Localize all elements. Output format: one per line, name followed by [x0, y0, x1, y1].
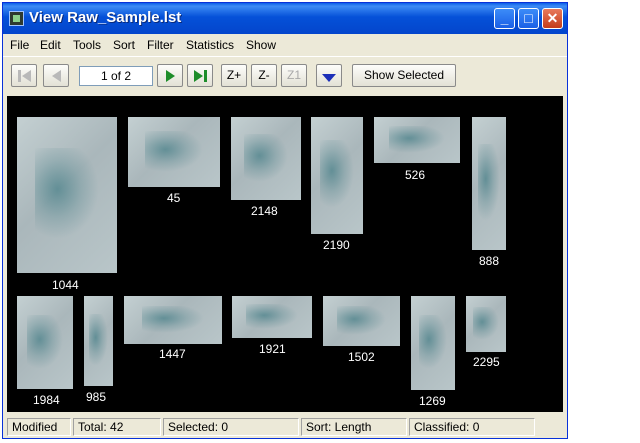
close-button[interactable]: ✕ — [542, 8, 563, 29]
particle-label: 1447 — [159, 347, 186, 361]
menu-filter[interactable]: Filter — [147, 38, 174, 52]
particle-image[interactable] — [84, 296, 113, 386]
prev-page-button[interactable] — [43, 64, 69, 87]
app-icon — [9, 11, 24, 26]
particle-image[interactable] — [411, 296, 455, 390]
status-selected: Selected: 0 — [163, 418, 299, 436]
status-sort: Sort: Length — [301, 418, 407, 436]
particle-label: 888 — [479, 254, 500, 268]
move-down-button[interactable] — [316, 64, 342, 87]
particle-image[interactable] — [17, 296, 73, 389]
particle-label: 2190 — [323, 238, 350, 252]
show-selected-button[interactable]: Show Selected — [352, 64, 456, 87]
particle-label: 1984 — [33, 393, 60, 407]
last-page-button[interactable] — [187, 64, 213, 87]
menu-sort[interactable]: Sort — [113, 38, 135, 52]
particle-label: 526 — [405, 168, 426, 182]
status-modified: Modified — [7, 418, 71, 436]
main-window: View Raw_Sample.lst _ □ ✕ File Edit Tool… — [2, 2, 568, 439]
title-bar[interactable]: View Raw_Sample.lst _ □ ✕ — [3, 3, 567, 34]
menu-show[interactable]: Show — [246, 38, 276, 52]
prev-page-icon — [51, 69, 61, 82]
particle-label: 1502 — [348, 350, 375, 364]
menu-edit[interactable]: Edit — [40, 38, 61, 52]
particle-label: 2295 — [473, 355, 500, 369]
menu-bar: File Edit Tools Sort Filter Statistics S… — [3, 34, 567, 56]
status-classified: Classified: 0 — [409, 418, 535, 436]
particle-label: 1044 — [52, 278, 79, 292]
first-page-button[interactable] — [11, 64, 37, 87]
minimize-button[interactable]: _ — [494, 8, 515, 29]
particle-label: 45 — [167, 191, 181, 205]
menu-tools[interactable]: Tools — [73, 38, 101, 52]
arrow-down-icon — [322, 73, 336, 82]
menu-file[interactable]: File — [10, 38, 29, 52]
status-total: Total: 42 — [73, 418, 161, 436]
particle-image[interactable] — [124, 296, 222, 344]
particle-image[interactable] — [128, 117, 220, 187]
background-area — [568, 0, 640, 443]
particle-image[interactable] — [323, 296, 400, 346]
particle-label: 1921 — [259, 342, 286, 356]
last-page-icon — [193, 69, 203, 82]
status-bar: Modified Total: 42 Selected: 0 Sort: Len… — [3, 415, 567, 438]
maximize-button[interactable]: □ — [518, 8, 539, 29]
page-field[interactable] — [79, 66, 153, 86]
particle-image[interactable] — [17, 117, 117, 273]
particle-image[interactable] — [374, 117, 460, 163]
next-page-button[interactable] — [157, 64, 183, 87]
particle-image[interactable] — [231, 117, 301, 200]
zoom-in-button[interactable]: Z+ — [221, 64, 247, 87]
next-page-icon — [165, 69, 175, 82]
first-page-icon — [17, 69, 21, 82]
particle-view[interactable]: 1044 45 2148 2190 526 888 1984 985 1447 … — [7, 96, 563, 412]
menu-statistics[interactable]: Statistics — [186, 38, 234, 52]
particle-label: 985 — [86, 390, 107, 404]
particle-image[interactable] — [311, 117, 363, 234]
zoom-out-button[interactable]: Z- — [251, 64, 277, 87]
particle-image[interactable] — [466, 296, 506, 352]
particle-image[interactable] — [232, 296, 312, 338]
particle-label: 2148 — [251, 204, 278, 218]
zoom-reset-button[interactable]: Z1 — [281, 64, 307, 87]
particle-image[interactable] — [472, 117, 506, 250]
window-title: View Raw_Sample.lst — [29, 9, 182, 26]
particle-label: 1269 — [419, 394, 446, 408]
toolbar: Z+ Z- Z1 Show Selected — [3, 56, 567, 95]
